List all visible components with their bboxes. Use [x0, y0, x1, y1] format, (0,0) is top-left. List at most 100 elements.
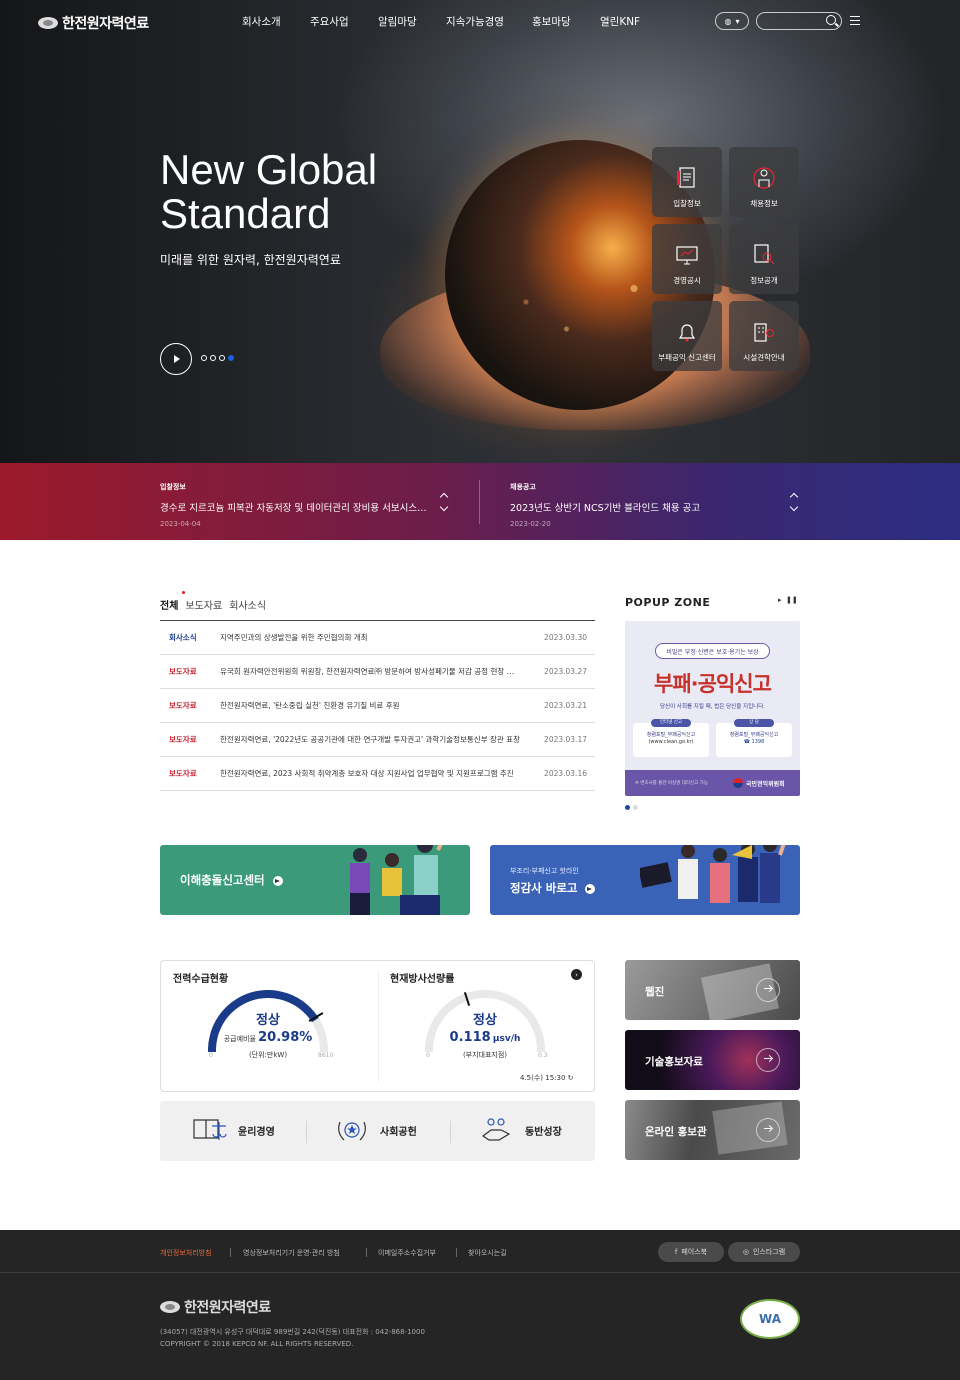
tab-company-news[interactable]: 회사소식 [229, 597, 266, 612]
pause-icon[interactable]: ❚❚ [786, 596, 798, 604]
language-selector[interactable]: ◍ ▾ [715, 12, 749, 30]
globe-icon: ◍ [724, 16, 732, 26]
tab-press[interactable]: 보도자료 [185, 597, 222, 612]
logo-text: 한전원자력연료 [62, 16, 149, 32]
footer-link-privacy[interactable]: 개인정보처리방침 [160, 1248, 212, 1258]
notice-updown-icon[interactable] [440, 492, 448, 512]
notice-date: 2023-04-04 [160, 520, 201, 528]
value-label: 사회공헌 [380, 1126, 417, 1138]
social-contribution-link[interactable]: 사회공헌 [334, 1116, 417, 1144]
site-logo[interactable]: 한전원자력연료 [38, 13, 149, 33]
notice-updown-icon[interactable] [790, 492, 798, 512]
tech-pr-link[interactable]: 기술홍보자료 [625, 1030, 800, 1090]
webzine-link[interactable]: 웹진 [625, 960, 800, 1020]
list-item[interactable]: 보도자료 한전원자력연료, 2023 사회적 취약계층 보호자 대상 지원사업 … [160, 757, 595, 791]
search-icon[interactable] [826, 15, 836, 25]
hero-section [0, 0, 960, 463]
hero-subtitle: 미래를 위한 원자력, 한전원자력연료 [160, 253, 341, 267]
list-item[interactable]: 회사소식 지역주민과의 상생발전을 위한 주민협의회 개최 2023.03.30 [160, 621, 595, 655]
slide-dot[interactable] [210, 355, 216, 361]
online-pr-link[interactable]: 온라인 홍보관 [625, 1100, 800, 1160]
side-link-label: 기술홍보자료 [645, 1056, 703, 1068]
quick-link-facility-tour[interactable]: 시설견학안내 [729, 301, 799, 371]
popup-box-phone: ☎ 1398 [743, 739, 765, 745]
more-arrow-icon[interactable]: › [571, 969, 582, 980]
crowd-illustration [350, 845, 443, 915]
wa-mark: WA [759, 1312, 781, 1326]
laurel-star-icon [338, 1121, 366, 1141]
notice-item-recruit[interactable]: 채용공고 2023년도 상반기 NCS기반 블라인드 채용 공고 2023-02… [510, 482, 780, 528]
power-gauge-number: 20.98% [258, 1030, 313, 1045]
popup-box-title: 상 담 [734, 719, 774, 727]
facebook-button[interactable]: f 페이스북 [658, 1242, 724, 1262]
nav-business[interactable]: 주요사업 [310, 14, 378, 29]
quick-link-disclosure[interactable]: 경영공시 [652, 224, 722, 294]
popup-footer-note: ※ 변호사를 통한 비실명 대리신고 가능 [635, 781, 709, 786]
list-item[interactable]: 보도자료 유국희 원자력안전위원회 위원장, 한전원자력연료㈜ 방문하여 방사성… [160, 655, 595, 689]
play-button[interactable] [160, 343, 192, 375]
radiation-gauge-max: 0.3 [538, 1052, 548, 1059]
nav-open-knf[interactable]: 열린KNF [600, 14, 660, 29]
slide-dot[interactable] [219, 355, 225, 361]
popup-banner[interactable]: 비밀은 부정·신변은 보호·용기는 보상 부패·공익신고 당신이 사회를 지킬 … [625, 621, 800, 796]
nav-notice[interactable]: 알림마당 [378, 14, 446, 29]
file-search-icon [754, 244, 775, 265]
audit-hotline-banner[interactable]: 부조리·부패신고 핫라인 정감사 바로고 [490, 845, 800, 915]
footer-address: (34057) 대전광역시 유성구 대덕대로 989번길 242(덕진동) 대표… [160, 1328, 425, 1336]
tab-all[interactable]: 전체 [160, 597, 178, 612]
popup-dot[interactable] [633, 805, 638, 810]
gauge-timestamp: 4.5(수) 15:30 ↻ [520, 1073, 574, 1083]
news-title[interactable]: 지역주민과의 상생발전을 위한 주민협의회 개최 [220, 632, 520, 643]
footer-link-cctv[interactable]: 영상정보처리기기 운영·관리 방침 [243, 1248, 340, 1258]
shared-growth-link[interactable]: 동반성장 [479, 1116, 562, 1144]
play-icon[interactable]: ▸ [778, 596, 782, 604]
slide-dot[interactable] [201, 355, 207, 361]
web-accessibility-badge: WA [740, 1299, 800, 1339]
quick-link-information[interactable]: 정보공개 [729, 224, 799, 294]
notice-item-bid[interactable]: 입찰정보 경수로 지르코늄 피복관 자동저장 및 데이터관리 장비용 서보시스템… [160, 482, 430, 528]
quick-link-label: 부패공익 신고센터 [658, 353, 716, 362]
news-title[interactable]: 한전원자력연료, 2023 사회적 취약계층 보호자 대상 지원사업 업무협약 … [220, 768, 520, 779]
power-gauge-prefix: 공급예비율 [223, 1035, 256, 1043]
list-item[interactable]: 보도자료 한전원자력연료, '탄소중립 실천' 친환경 유기질 비료 후원 20… [160, 689, 595, 723]
slide-dot-active[interactable] [228, 355, 234, 361]
news-title[interactable]: 한전원자력연료, '2022년도 공공기관에 대한 연구개발 투자권고' 과학기… [220, 734, 520, 745]
quick-link-bid[interactable]: 입찰정보 [652, 147, 722, 217]
refresh-icon[interactable]: ↻ [568, 1074, 574, 1082]
footer-link-directions[interactable]: 찾아오시는길 [468, 1248, 507, 1258]
list-item[interactable]: 보도자료 한전원자력연료, '2022년도 공공기관에 대한 연구개발 투자권고… [160, 723, 595, 757]
radiation-gauge-value-unit: μsv/h [492, 1034, 521, 1044]
nav-sustainability[interactable]: 지속가능경영 [446, 14, 532, 29]
footer-logo-text: 한전원자력연료 [184, 1300, 271, 1316]
notice-title[interactable]: 경수로 지르코늄 피복관 자동저장 및 데이터관리 장비용 서보시스템... [160, 500, 430, 514]
footer-link-email[interactable]: 이메일주소수집거부 [378, 1248, 436, 1258]
popup-internet-box: 인터넷 신고 청렴포털_부패공익신고 (www.clean.go.kr) [633, 719, 709, 757]
quick-link-report-center[interactable]: 부패공익 신고센터 [652, 301, 722, 371]
slide-indicators [201, 355, 234, 361]
hamburger-menu-icon[interactable] [850, 16, 860, 25]
popup-box-text: 청렴포털_부패공익신고 [729, 732, 779, 738]
sns-label: 인스타그램 [752, 1248, 786, 1256]
notice-date: 2023-02-20 [510, 520, 551, 528]
kepco-mark-icon [38, 17, 58, 29]
notice-band [0, 463, 960, 540]
popup-dot-active[interactable] [625, 805, 630, 810]
radiation-gauge-title: 현재방사선량률 [390, 974, 455, 985]
nav-company[interactable]: 회사소개 [242, 14, 310, 29]
instagram-button[interactable]: ◎ 인스타그램 [728, 1242, 800, 1262]
news-category: 보도자료 [169, 735, 197, 744]
news-title[interactable]: 한전원자력연료, '탄소중립 실천' 친환경 유기질 비료 후원 [220, 700, 520, 711]
quick-link-recruit[interactable]: 채용정보 [729, 147, 799, 217]
news-date: 2023.03.17 [544, 735, 587, 744]
news-title[interactable]: 유국희 원자력안전위원회 위원장, 한전원자력연료㈜ 방문하여 방사성폐기물 저… [220, 666, 520, 677]
arrow-circle-icon [585, 883, 596, 894]
notice-title[interactable]: 2023년도 상반기 NCS기반 블라인드 채용 공고 [510, 500, 780, 514]
main-navigation: 회사소개 주요사업 알림마당 지속가능경영 홍보마당 열린KNF [242, 14, 660, 29]
divider [450, 1121, 451, 1143]
instagram-icon: ◎ [742, 1248, 749, 1256]
side-link-label: 웹진 [645, 986, 665, 998]
ethics-link[interactable]: 윤리경영 [192, 1116, 275, 1144]
conflict-report-banner[interactable]: 이해충돌신고센터 [160, 845, 470, 915]
news-category: 보도자료 [169, 701, 197, 710]
nav-pr[interactable]: 홍보마당 [532, 14, 600, 29]
